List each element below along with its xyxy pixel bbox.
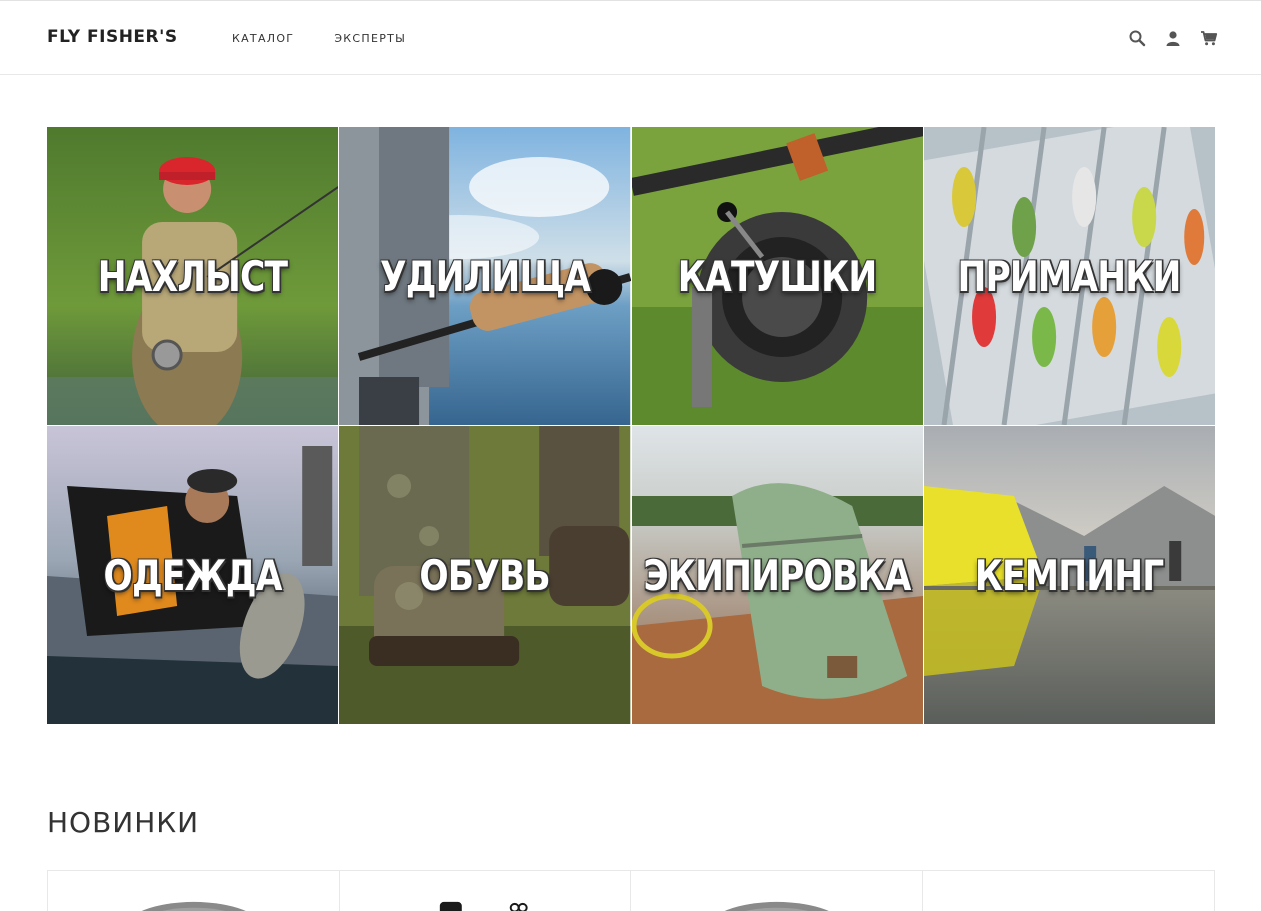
category-tile-fly-fishing[interactable]: НАХЛЫСТ xyxy=(47,127,339,425)
category-tile-rods[interactable]: УДИЛИЩА xyxy=(339,127,631,425)
category-label: УДИЛИЩА xyxy=(379,251,591,301)
product-image xyxy=(724,901,829,911)
header-icons xyxy=(1128,29,1218,47)
product-image xyxy=(439,901,528,911)
product-card[interactable] xyxy=(48,871,340,911)
cart-icon[interactable] xyxy=(1200,29,1218,47)
category-label: КАТУШКИ xyxy=(677,251,877,301)
nav-link-catalog[interactable]: КАТАЛОГ xyxy=(232,32,294,45)
category-label: ПРИМАНКИ xyxy=(957,251,1182,301)
new-arrivals-list xyxy=(47,870,1215,911)
product-image xyxy=(141,901,246,911)
brand-logo[interactable]: FLY FISHER'S xyxy=(47,27,178,47)
category-label: ОБУВЬ xyxy=(419,550,551,600)
category-tile-footwear[interactable]: ОБУВЬ xyxy=(339,426,631,724)
new-arrivals-title: НОВИНКИ xyxy=(47,806,200,839)
category-tile-camping[interactable]: КЕМПИНГ xyxy=(923,426,1215,724)
category-tile-clothing[interactable]: ОДЕЖДА xyxy=(47,426,339,724)
category-grid: НАХЛЫСТ УДИЛИЩА КАТУШКИ ПРИМАНКИ ОДЕЖДА … xyxy=(47,127,1215,724)
main-nav: КАТАЛОГ ЭКСПЕРТЫ xyxy=(232,32,406,45)
product-card[interactable] xyxy=(923,871,1215,911)
category-label: КЕМПИНГ xyxy=(975,550,1164,600)
category-tile-lures[interactable]: ПРИМАНКИ xyxy=(923,127,1215,425)
category-label: ОДЕЖДА xyxy=(103,550,283,600)
category-label: ЭКИПИРОВКА xyxy=(643,550,911,600)
category-label: НАХЛЫСТ xyxy=(97,251,288,301)
category-tile-reels[interactable]: КАТУШКИ xyxy=(631,127,923,425)
site-header: FLY FISHER'S КАТАЛОГ ЭКСПЕРТЫ xyxy=(0,1,1261,75)
nav-link-experts[interactable]: ЭКСПЕРТЫ xyxy=(334,32,406,45)
user-icon[interactable] xyxy=(1164,29,1182,47)
product-card[interactable] xyxy=(631,871,923,911)
search-icon[interactable] xyxy=(1128,29,1146,47)
category-tile-equipment[interactable]: ЭКИПИРОВКА xyxy=(631,426,923,724)
product-card[interactable] xyxy=(340,871,631,911)
